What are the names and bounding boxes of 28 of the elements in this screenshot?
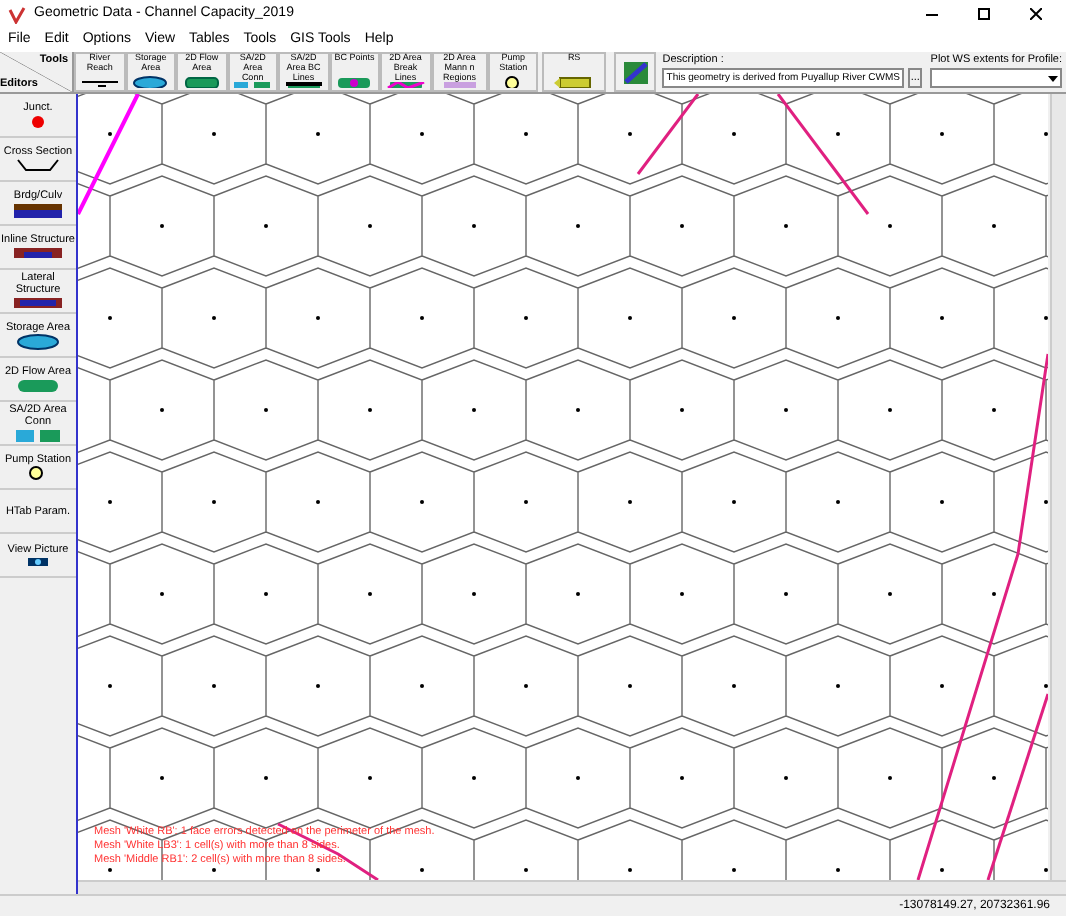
minimize-icon[interactable] [926,13,938,15]
editor-icon [16,158,60,172]
editor-icon [26,555,50,567]
tool-icon [441,82,478,88]
editor-icon [12,296,64,310]
tool-icon [79,76,120,88]
map-button[interactable] [613,52,657,92]
tool-icon [336,76,373,88]
app-icon [8,5,26,23]
tool-icon [385,82,426,88]
map-icon [623,61,648,83]
tool-icon [232,82,273,88]
editor-icon [16,333,60,349]
tool-icon [183,76,220,88]
close-icon[interactable] [1030,8,1042,20]
tool-icon [554,76,595,88]
tool-icon [132,76,169,88]
editor-icon [12,201,64,217]
horizontal-scrollbar[interactable] [78,880,1066,894]
vertical-scrollbar[interactable] [1050,94,1066,880]
editor-icon [16,377,60,393]
editor-icon [14,427,62,443]
caret-icon [1048,75,1058,81]
maximize-icon[interactable] [978,8,990,20]
editor-icon [12,246,64,260]
tool-icon [283,82,324,88]
profile-dropdown[interactable] [930,68,1062,88]
editor-icon [30,113,46,129]
